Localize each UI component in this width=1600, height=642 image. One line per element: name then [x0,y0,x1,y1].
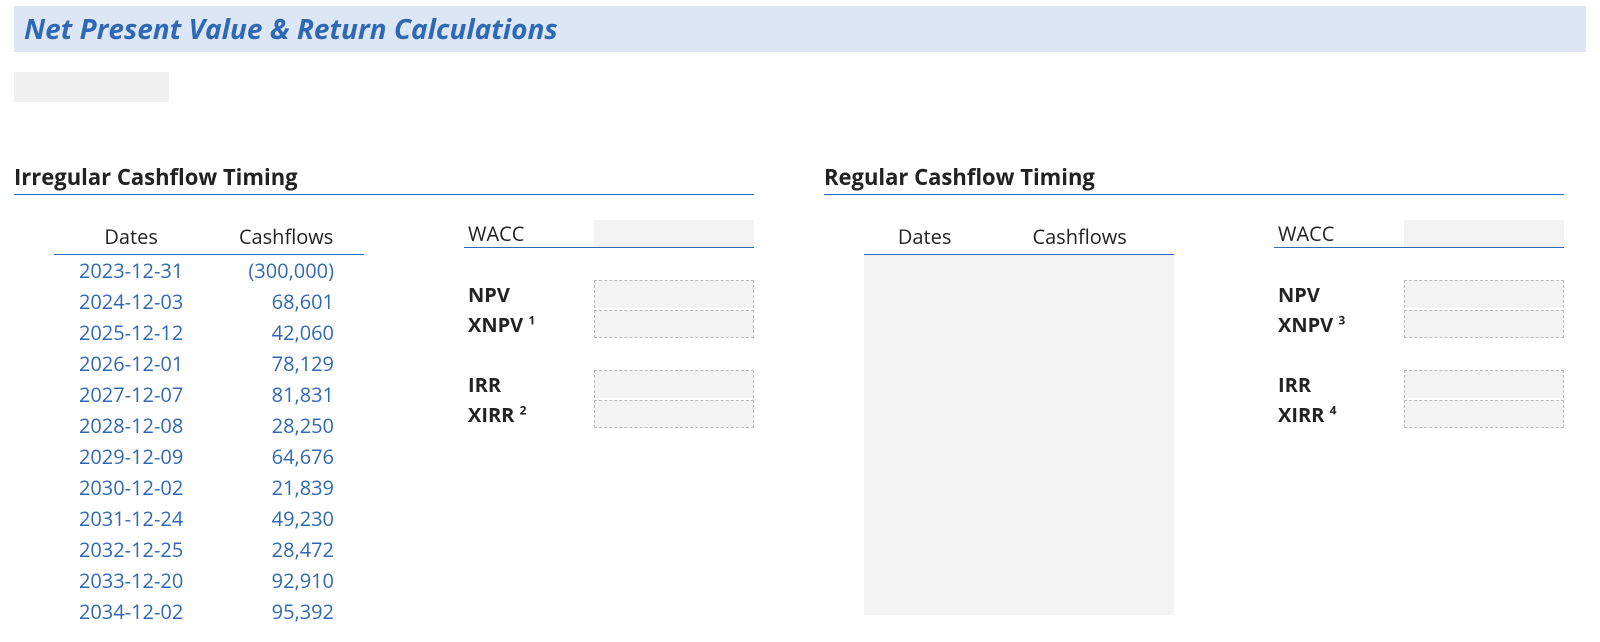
date-cell: 2033-12-20 [54,565,208,596]
cashflow-cell: 81,831 [208,379,364,410]
table-row: 2029-12-0964,676 [54,441,364,472]
npv-value[interactable] [594,280,754,308]
section-irregular-title: Irregular Cashflow Timing [14,162,754,195]
col-header-dates: Dates [54,219,208,255]
title-bar: Net Present Value & Return Calculations [14,6,1586,52]
table-row: 2031-12-2449,230 [54,503,364,534]
xirr-label: XIRR 2 [464,401,594,428]
section-regular-title: Regular Cashflow Timing [824,162,1564,195]
date-cell: 2028-12-08 [54,410,208,441]
regular-metrics: WACC NPV XNPV 3 IRR XIRR 4 [1274,219,1564,429]
irr-label: IRR [464,371,594,398]
col-header-cashflows: Cashflows [208,219,364,255]
cashflow-cell: (300,000) [208,255,364,287]
cashflow-cell: 92,910 [208,565,364,596]
cashflow-cell: 68,601 [208,286,364,317]
date-cell: 2024-12-03 [54,286,208,317]
cashflow-cell: 28,472 [208,534,364,565]
date-cell: 2025-12-12 [54,317,208,348]
sections-container: Irregular Cashflow Timing Dates Cashflow… [0,102,1600,627]
date-cell: 2023-12-31 [54,255,208,287]
table-row: 2024-12-0368,601 [54,286,364,317]
cashflow-cell: 78,129 [208,348,364,379]
cashflow-cell: 49,230 [208,503,364,534]
irregular-metrics: WACC NPV XNPV 1 IRR XIRR 2 [464,219,754,429]
section-irregular: Irregular Cashflow Timing Dates Cashflow… [14,162,754,627]
cashflow-cell: 64,676 [208,441,364,472]
xnpv-value[interactable] [1404,310,1564,338]
table-row: 2033-12-2092,910 [54,565,364,596]
table-row: 2028-12-0828,250 [54,410,364,441]
xirr-label: XIRR 4 [1274,401,1404,428]
npv-value[interactable] [1404,280,1564,308]
irr-value[interactable] [1404,370,1564,398]
regular-cashflow-table: Dates Cashflows [864,219,1174,615]
empty-body-placeholder [864,255,1174,615]
table-row: 2023-12-31(300,000) [54,255,364,287]
table-row [864,255,1174,615]
date-cell: 2027-12-07 [54,379,208,410]
npv-label: NPV [1274,281,1404,308]
xnpv-label: XNPV 1 [464,311,594,338]
irr-label: IRR [1274,371,1404,398]
page-title: Net Present Value & Return Calculations [24,10,1576,48]
date-cell: 2030-12-02 [54,472,208,503]
table-row: 2030-12-0221,839 [54,472,364,503]
table-row: 2025-12-1242,060 [54,317,364,348]
table-row: 2027-12-0781,831 [54,379,364,410]
cashflow-cell: 42,060 [208,317,364,348]
date-cell: 2031-12-24 [54,503,208,534]
date-cell: 2032-12-25 [54,534,208,565]
date-cell: 2029-12-09 [54,441,208,472]
subheading-placeholder [14,72,169,102]
wacc-label: WACC [1274,220,1404,248]
col-header-dates: Dates [864,219,985,255]
irr-value[interactable] [594,370,754,398]
xnpv-label: XNPV 3 [1274,311,1404,338]
xirr-value[interactable] [1404,400,1564,428]
table-row: 2034-12-0295,392 [54,596,364,627]
xnpv-value[interactable] [594,310,754,338]
cashflow-cell: 95,392 [208,596,364,627]
section-regular: Regular Cashflow Timing Dates Cashflows [824,162,1564,615]
irregular-cashflow-table: Dates Cashflows 2023-12-31(300,000)2024-… [54,219,364,627]
col-header-cashflows: Cashflows [985,219,1174,255]
wacc-value[interactable] [1404,220,1564,248]
date-cell: 2034-12-02 [54,596,208,627]
cashflow-cell: 28,250 [208,410,364,441]
table-row: 2032-12-2528,472 [54,534,364,565]
npv-label: NPV [464,281,594,308]
xirr-value[interactable] [594,400,754,428]
wacc-value[interactable] [594,220,754,248]
wacc-label: WACC [464,220,594,248]
date-cell: 2026-12-01 [54,348,208,379]
table-row: 2026-12-0178,129 [54,348,364,379]
cashflow-cell: 21,839 [208,472,364,503]
